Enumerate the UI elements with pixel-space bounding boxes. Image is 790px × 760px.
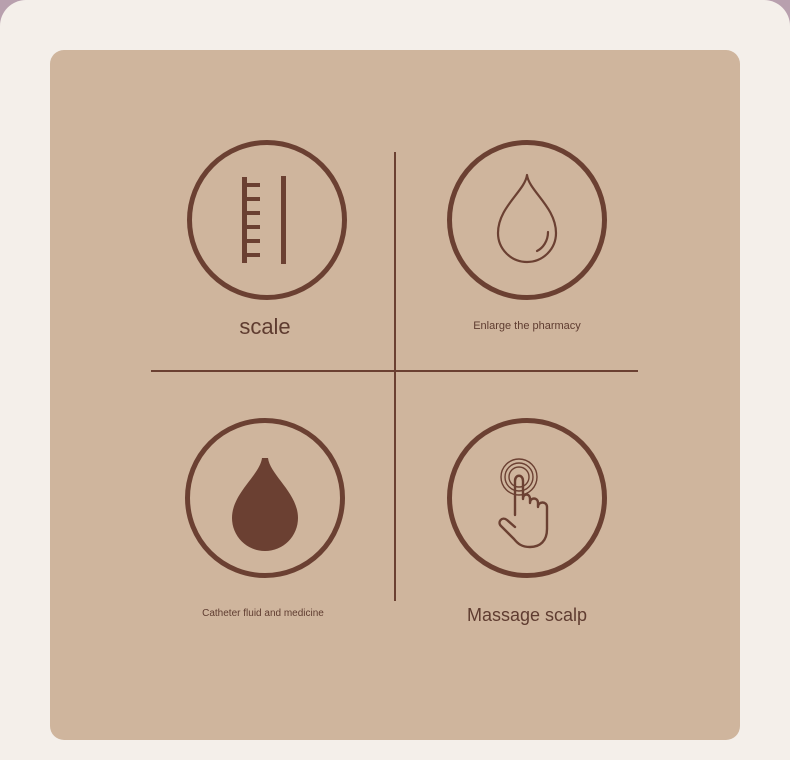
scale-label: scale (239, 314, 291, 339)
drop-outline-icon (496, 173, 558, 264)
touch-hand-icon (498, 458, 549, 549)
enlarge-pharmacy-option[interactable]: Enlarge the pharmacy (417, 140, 637, 370)
enlarge-pharmacy-label: Enlarge the pharmacy (473, 320, 581, 332)
scale-option[interactable]: scale (155, 140, 375, 370)
enlarge-pharmacy-circle (447, 140, 607, 300)
catheter-fluid-label: Catheter fluid and medicine (202, 608, 324, 619)
catheter-fluid-option[interactable]: Catheter fluid and medicine (153, 418, 373, 648)
massage-scalp-option[interactable]: Massage scalp (417, 418, 637, 648)
app-screen: scale Enlarge the pharmacy Catheter flui… (0, 0, 790, 760)
vertical-divider (394, 152, 396, 601)
horizontal-divider (151, 370, 638, 372)
catheter-fluid-circle (185, 418, 345, 578)
massage-scalp-label: Massage scalp (466, 605, 588, 625)
scale-circle (187, 140, 347, 300)
ruler-icon (242, 176, 286, 264)
drop-filled-icon (232, 458, 298, 551)
options-card: scale Enlarge the pharmacy Catheter flui… (50, 50, 740, 740)
massage-scalp-circle (447, 418, 607, 578)
